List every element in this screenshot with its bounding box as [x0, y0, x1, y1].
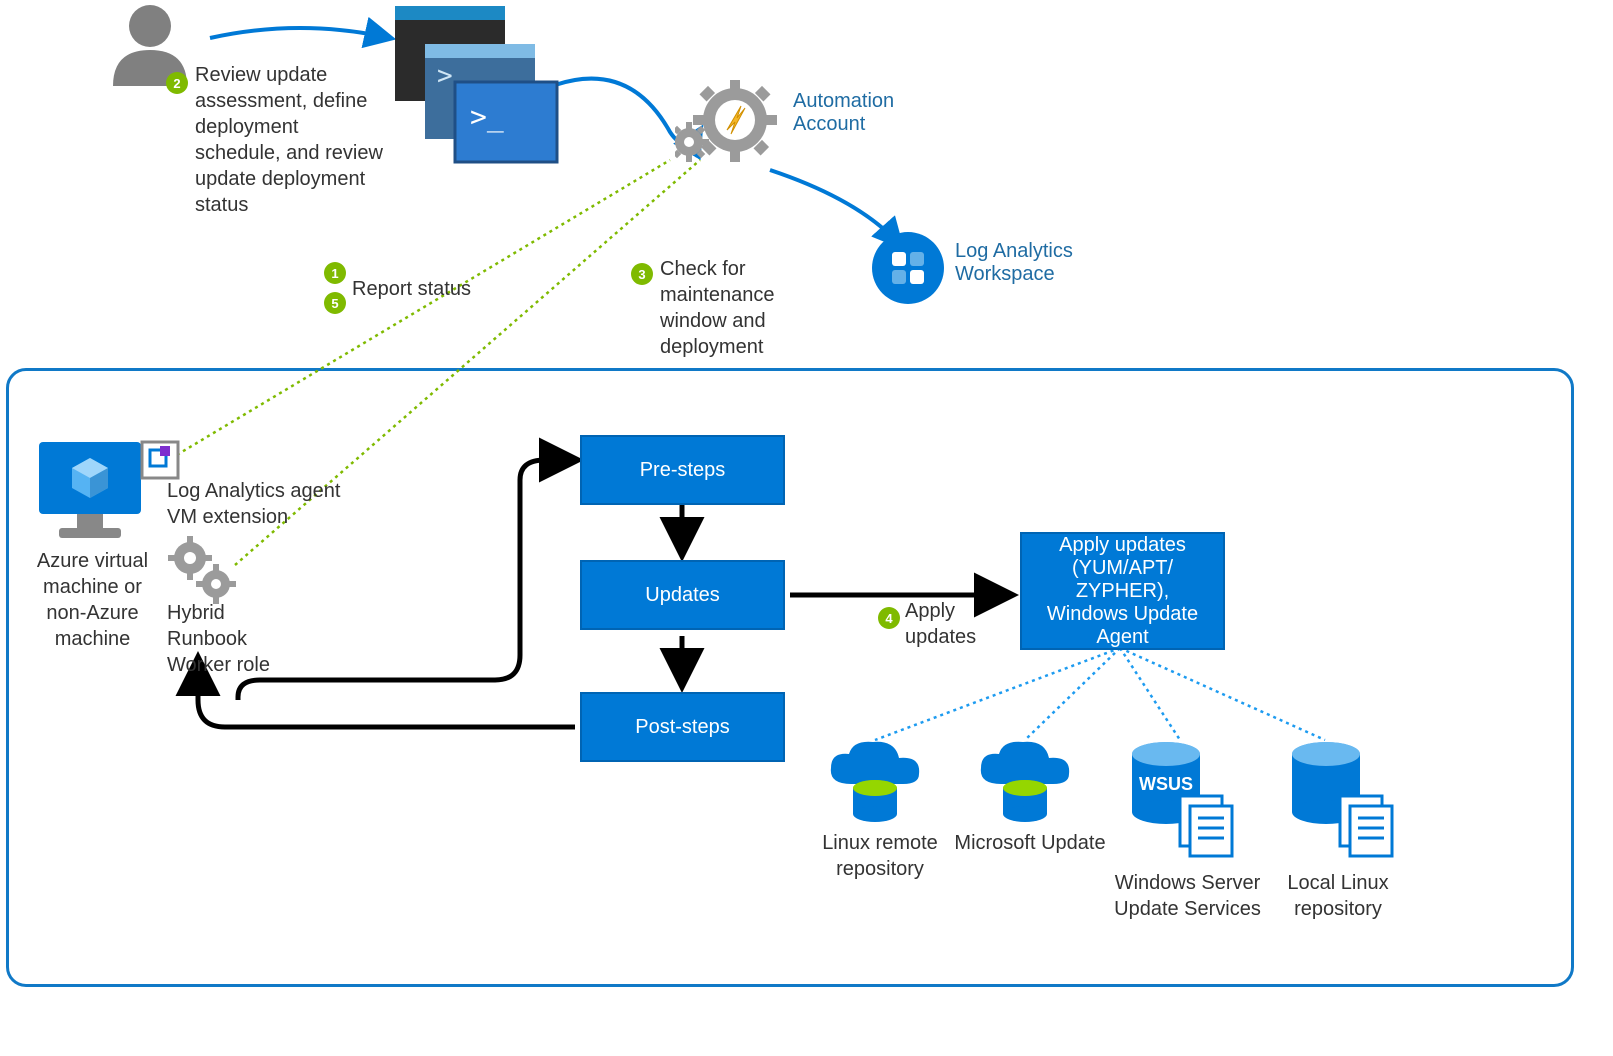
hybrid-worker-label: Hybrid Runbook Worker role	[167, 600, 287, 678]
badge-5: 5	[324, 292, 346, 314]
badge-1: 1	[324, 262, 346, 284]
ms-update-label: Microsoft Update	[950, 830, 1110, 856]
post-steps-label: Post-steps	[635, 716, 729, 739]
linux-remote-label: Linux remote repository	[810, 830, 950, 882]
automation-account-icon	[675, 80, 785, 180]
badge-1-text: 1	[331, 266, 338, 281]
ms-update-icon	[975, 740, 1075, 828]
automation-account-label: Automation Account	[793, 90, 933, 136]
badge-3: 3	[631, 263, 653, 285]
check-maint-text: Check for maintenance window and deploym…	[660, 256, 810, 360]
updates-label: Updates	[645, 584, 720, 607]
vm-label: Azure virtual machine or non-Azure machi…	[25, 548, 160, 652]
terminal-stack-icon: > >_	[395, 6, 560, 166]
badge-2: 2	[166, 72, 188, 94]
local-linux-icon	[1280, 740, 1410, 860]
wsus-label: Windows Server Update Services	[1105, 870, 1270, 922]
svg-text:>_: >_	[470, 100, 504, 134]
badge-4: 4	[878, 607, 900, 629]
pre-steps-label: Pre-steps	[640, 459, 726, 482]
log-analytics-label: Log Analytics Workspace	[955, 240, 1105, 286]
step2-text: Review update assessment, define deploym…	[195, 62, 385, 218]
badge-5-text: 5	[331, 296, 338, 311]
log-analytics-icon	[870, 230, 946, 306]
apply-updates-box: Apply updates (YUM/APT/ ZYPHER), Windows…	[1020, 532, 1225, 650]
badge-3-text: 3	[638, 267, 645, 282]
updates-box: Updates	[580, 560, 785, 630]
hybrid-worker-icon	[168, 536, 238, 606]
linux-remote-icon	[825, 740, 925, 828]
apply-updates-text: Apply updates	[905, 598, 995, 650]
wsus-icon: WSUS	[1120, 740, 1250, 860]
svg-text:>: >	[437, 61, 453, 91]
la-agent-label: Log Analytics agent VM extension	[167, 478, 367, 530]
vm-monitor-icon	[35, 440, 145, 545]
pre-steps-box: Pre-steps	[580, 435, 785, 505]
badge-4-text: 4	[885, 611, 892, 626]
report-status-text: Report status	[352, 276, 471, 302]
apply-updates-box-label: Apply updates (YUM/APT/ ZYPHER), Windows…	[1036, 534, 1209, 649]
la-agent-ext-icon	[140, 440, 180, 480]
local-linux-label: Local Linux repository	[1278, 870, 1398, 922]
wsus-badge-text: WSUS	[1139, 774, 1193, 794]
badge-2-text: 2	[173, 76, 180, 91]
post-steps-box: Post-steps	[580, 692, 785, 762]
